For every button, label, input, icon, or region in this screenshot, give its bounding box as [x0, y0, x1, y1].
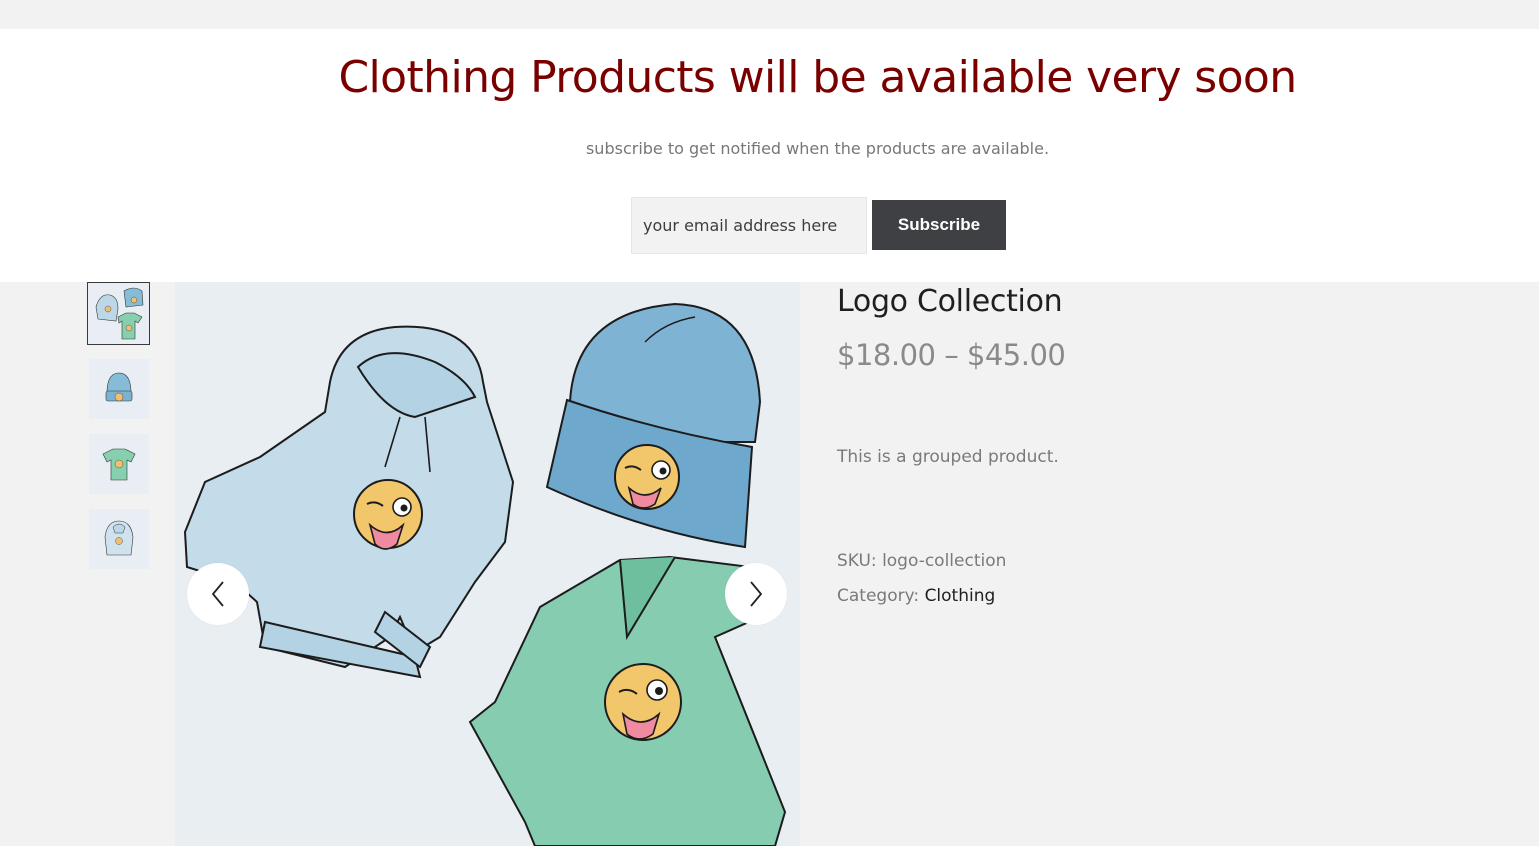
main-product-image[interactable] [175, 282, 800, 846]
chevron-right-icon [750, 581, 763, 607]
previous-image-button[interactable] [187, 563, 249, 625]
product-category: Category: Clothing [837, 586, 995, 606]
thumbnail-hoodie[interactable] [89, 509, 149, 569]
notice-title: Clothing Products will be available very… [338, 52, 1297, 103]
hoodie-thumbnail-icon [89, 509, 149, 569]
hoodie-beanie-tshirt-thumbnail-icon [88, 283, 149, 344]
thumbnail-beanie[interactable] [89, 359, 149, 419]
thumbnail-hoodie-beanie-tshirt[interactable] [87, 282, 150, 345]
category-link-clothing[interactable]: Clothing [925, 586, 996, 606]
thumbnail-tshirt[interactable] [89, 434, 149, 494]
product-price: $18.00 – $45.00 [837, 338, 1066, 372]
product-sku: SKU: logo-collection [837, 551, 1006, 571]
email-field[interactable] [631, 197, 867, 254]
next-image-button[interactable] [725, 563, 787, 625]
top-strip [0, 0, 1539, 29]
subscribe-button[interactable]: Subscribe [872, 200, 1006, 250]
sku-value: logo-collection [882, 551, 1007, 571]
beanie-thumbnail-icon [89, 359, 149, 419]
product-title: Logo Collection [837, 284, 1063, 319]
product-description: This is a grouped product. [837, 447, 1059, 467]
sku-label: SKU: [837, 551, 877, 571]
chevron-left-icon [211, 581, 224, 607]
category-label: Category: [837, 586, 920, 606]
logo-collection-product-image-icon [175, 282, 800, 846]
notice-subtitle: subscribe to get notified when the produ… [585, 139, 1050, 158]
tshirt-thumbnail-icon [89, 434, 149, 494]
